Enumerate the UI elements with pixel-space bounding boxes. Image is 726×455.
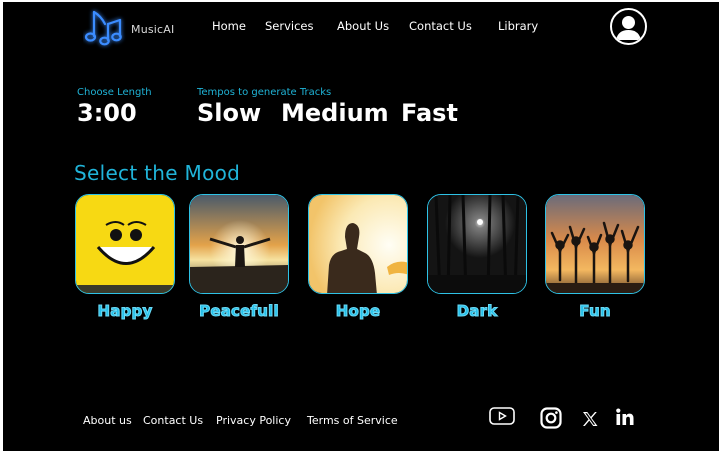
mood-image-fun (545, 194, 645, 294)
footer-about-us[interactable]: About us (83, 414, 132, 427)
nav-about-us[interactable]: About Us (337, 19, 389, 33)
nav-contact-us[interactable]: Contact Us (409, 19, 472, 33)
length-label: Choose Length (77, 87, 152, 98)
mood-card-hope[interactable]: Hope (308, 194, 408, 321)
footer-contact-us[interactable]: Contact Us (143, 414, 203, 427)
mood-label-dark: Dark (456, 302, 498, 321)
mood-image-dark (427, 194, 527, 294)
user-avatar-icon (616, 16, 641, 40)
nav-home[interactable]: Home (212, 19, 246, 33)
mood-card-peaceful[interactable]: Peacefull (189, 194, 289, 321)
mood-label-hope: Hope (335, 302, 381, 321)
nav-library[interactable]: Library (498, 19, 538, 33)
mood-image-peaceful (189, 194, 289, 294)
nav-services[interactable]: Services (265, 19, 314, 33)
length-value[interactable]: 3:00 (77, 99, 137, 127)
instagram-icon[interactable] (540, 407, 562, 434)
linkedin-icon[interactable] (615, 408, 635, 431)
mood-label-happy: Happy (97, 302, 153, 321)
logo[interactable]: MusicAI (83, 6, 175, 50)
footer-privacy-policy[interactable]: Privacy Policy (216, 414, 291, 427)
tempo-fast[interactable]: Fast (401, 99, 458, 127)
tempo-label: Tempos to generate Tracks (197, 87, 332, 98)
app-frame: MusicAI Home Services About Us Contact U… (3, 2, 719, 451)
user-avatar-button[interactable] (610, 8, 647, 45)
mood-heading: Select the Mood (74, 161, 241, 185)
youtube-icon[interactable] (489, 406, 515, 431)
tempo-medium[interactable]: Medium (281, 99, 389, 127)
brand-name: MusicAI (131, 23, 175, 36)
x-icon[interactable] (581, 410, 599, 433)
music-notes-icon (84, 10, 122, 46)
footer-terms-of-service[interactable]: Terms of Service (307, 414, 398, 427)
mood-card-dark[interactable]: Dark (427, 194, 527, 321)
mood-image-hope (308, 194, 408, 294)
mood-label-fun: Fun (579, 302, 611, 321)
tempo-slow[interactable]: Slow (197, 99, 261, 127)
mood-label-peaceful: Peacefull (199, 302, 279, 321)
mood-image-happy (75, 194, 175, 294)
mood-card-happy[interactable]: Happy (75, 194, 175, 321)
mood-card-fun[interactable]: Fun (545, 194, 645, 321)
